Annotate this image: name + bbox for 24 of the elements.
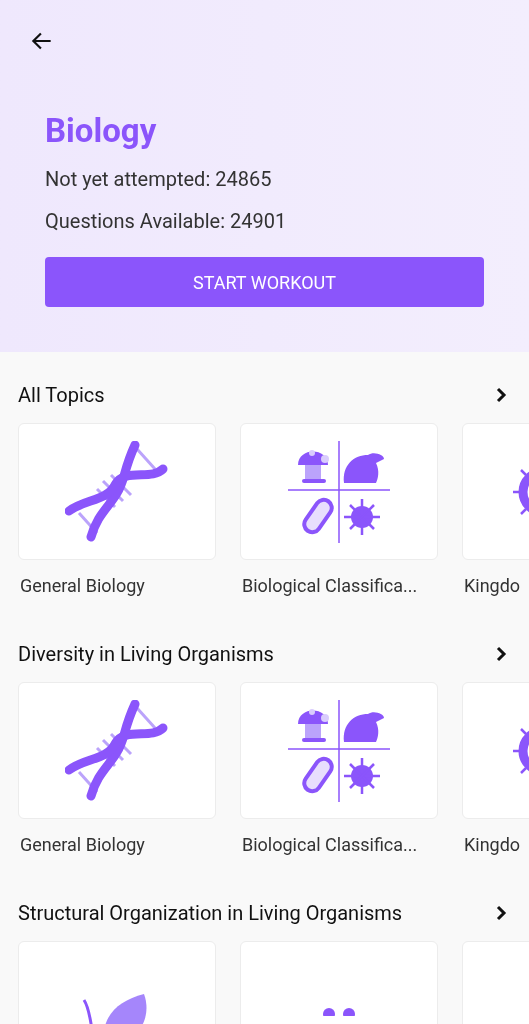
topic-card[interactable] xyxy=(240,682,438,819)
topic-label: General Biology xyxy=(19,833,146,857)
topic-label: Kingdo xyxy=(463,833,522,857)
dna-icon xyxy=(65,440,169,543)
section-title: All Topics xyxy=(18,382,105,409)
topic-label: Biological Classifica... xyxy=(241,574,419,598)
topic-label: Biological Classifica... xyxy=(241,833,419,857)
section-title: Diversity in Living Organisms xyxy=(18,641,274,668)
topic-label: General Biology xyxy=(19,574,146,598)
chevron-right-icon[interactable] xyxy=(495,387,507,403)
topic-label: Kingdo xyxy=(463,574,522,598)
topic-card[interactable] xyxy=(18,423,216,560)
organisms-grid-icon xyxy=(288,440,390,543)
topic-card[interactable] xyxy=(18,682,216,819)
stat-text: Questions Available: 24901 xyxy=(45,208,288,235)
organisms-grid-icon xyxy=(288,699,390,802)
topic-card[interactable] xyxy=(240,423,438,560)
subject-title: Biology xyxy=(45,111,158,151)
chevron-right-icon[interactable] xyxy=(495,905,507,921)
start-workout-button[interactable]: START WORKOUT xyxy=(45,257,484,307)
section-title: Structural Organization in Living Organisms xyxy=(18,900,403,927)
chevron-right-icon[interactable] xyxy=(495,646,507,662)
stat-text: Not yet attempted: 24865 xyxy=(45,166,273,193)
dna-icon xyxy=(65,699,169,802)
